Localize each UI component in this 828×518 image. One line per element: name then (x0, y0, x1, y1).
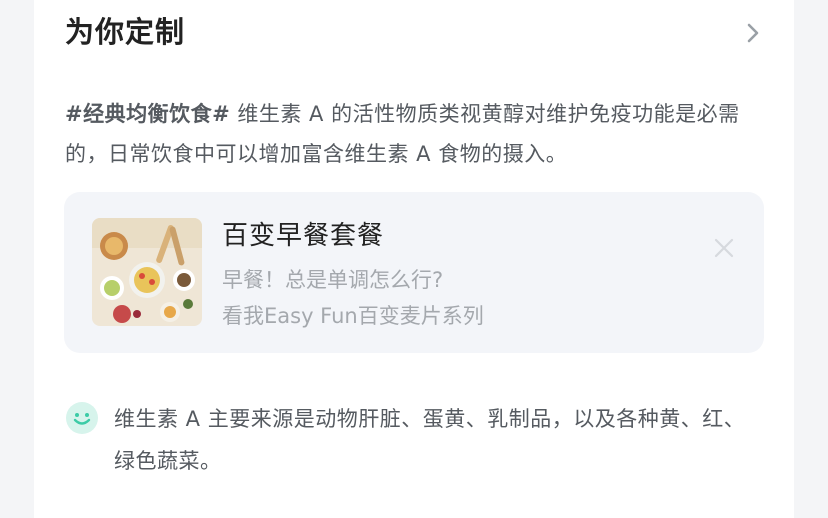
close-icon[interactable] (712, 236, 736, 260)
tip-text: 维生素 A 主要来源是动物肝脏、蛋黄、乳制品，以及各种黄、红、绿色蔬菜。 (114, 407, 746, 473)
hashtag-link[interactable]: #经典均衡饮食# (65, 102, 230, 126)
food-photo (92, 218, 202, 326)
chevron-right-icon[interactable] (742, 22, 764, 44)
promo-subtitle: 早餐！总是单调怎么行? 看我Easy Fun百变麦片系列 (222, 262, 484, 334)
diet-description: #经典均衡饮食# 维生素 A 的活性物质类视黄醇对维护免疫功能是必需的，日常饮食… (65, 94, 765, 174)
promo-card[interactable]: 百变早餐套餐 早餐！总是单调怎么行? 看我Easy Fun百变麦片系列 (64, 192, 764, 353)
promo-title: 百变早餐套餐 (222, 221, 385, 251)
smile-icon (66, 402, 98, 434)
promo-line-2: 看我Easy Fun百变麦片系列 (222, 304, 484, 328)
custom-recommendation-card: 为你定制 #经典均衡饮食# 维生素 A 的活性物质类视黄醇对维护免疫功能是必需的… (34, 0, 794, 518)
section-title: 为你定制 (65, 15, 186, 49)
promo-line-1: 早餐！总是单调怎么行? (222, 268, 444, 292)
section-header[interactable]: 为你定制 (65, 10, 764, 54)
